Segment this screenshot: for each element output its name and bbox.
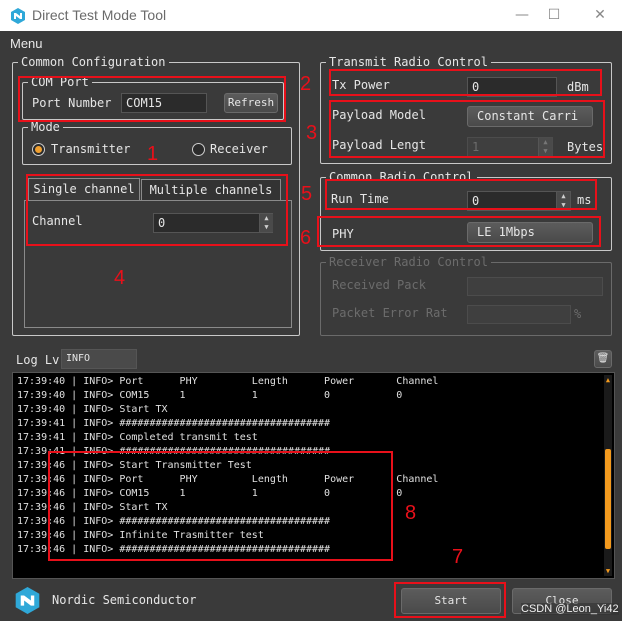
nordic-semiconductor-logo-icon	[15, 587, 40, 614]
phy-select[interactable]: LE 1Mbps	[467, 222, 593, 243]
payload-length-label: Payload Lengt	[332, 138, 426, 152]
packet-error-rate-label: Packet Error Rat	[332, 306, 448, 320]
tx-power-label: Tx Power	[332, 78, 390, 92]
log-line: 17:39:46 | INFO> #######################…	[17, 516, 331, 527]
receiver-radio-control-group	[320, 262, 612, 336]
com-port-legend: COM Port	[28, 75, 92, 89]
annotation-number-6: 6	[300, 227, 312, 249]
receiver-label: Receiver	[210, 142, 268, 156]
transmitter-label: Transmitter	[51, 142, 131, 156]
log-line: 17:39:40 | INFO> COM15 1 1 0 0	[17, 390, 403, 401]
receiver-radio[interactable]	[192, 143, 205, 156]
log-console: 17:39:40 | INFO> Port PHY Length Power C…	[12, 372, 615, 579]
csdn-watermark: CSDN @Leon_Yi42	[521, 603, 619, 615]
received-packets-label: Received Pack	[332, 278, 426, 292]
channel-spinbox[interactable]: 0	[153, 213, 273, 233]
transmit-radio-control-legend: Transmit Radio Control	[326, 55, 491, 69]
tab-single-channel[interactable]: Single channel	[28, 178, 140, 200]
packet-error-rate-field	[467, 305, 571, 324]
received-packets-field	[467, 277, 603, 296]
transmitter-radio[interactable]	[32, 143, 45, 156]
common-configuration-legend: Common Configuration	[18, 55, 169, 69]
payload-length-spinner-icon[interactable]: ▲ ▼	[538, 138, 552, 156]
channel-label: Channel	[32, 214, 83, 228]
log-line: 17:39:46 | INFO> Infinite Trasmitter tes…	[17, 530, 264, 541]
log-line: 17:39:46 | INFO> Start Transmitter Test	[17, 460, 252, 471]
company-name: Nordic Semiconductor	[52, 593, 197, 607]
nordic-logo-icon	[11, 8, 25, 24]
refresh-button[interactable]: Refresh	[224, 93, 278, 113]
port-number-select[interactable]: COM15	[121, 93, 207, 113]
maximize-button[interactable]: ☐	[539, 4, 569, 26]
title-bar: Direct Test Mode Tool — ☐ ✕	[0, 0, 622, 31]
receiver-radio-control-legend: Receiver Radio Control	[326, 255, 491, 269]
log-line: 17:39:41 | INFO> #######################…	[17, 446, 331, 457]
annotation-number-5: 5	[301, 183, 313, 205]
log-scrollbar[interactable]: ▲ ▼	[604, 375, 612, 576]
run-time-unit: ms	[577, 193, 592, 207]
annotation-number-2: 2	[300, 73, 312, 95]
port-number-label: Port Number	[32, 96, 112, 110]
annotation-number-4: 4	[114, 267, 126, 289]
tx-power-unit: dBm	[567, 80, 589, 94]
log-line: 17:39:40 | INFO> Start TX	[17, 404, 168, 415]
common-radio-control-legend: Common Radio Control	[326, 170, 477, 184]
window-title: Direct Test Mode Tool	[32, 7, 167, 23]
log-level-label: Log Lv.	[16, 353, 67, 367]
log-line: 17:39:46 | INFO> Start TX	[17, 502, 168, 513]
annotation-number-1: 1	[147, 143, 159, 165]
tab-multiple-channels[interactable]: Multiple channels	[141, 179, 281, 200]
scrollbar-thumb[interactable]	[605, 449, 611, 549]
packet-error-rate-unit: %	[574, 307, 582, 321]
payload-model-select[interactable]: Constant Carri	[467, 106, 593, 127]
scroll-down-icon[interactable]: ▼	[604, 566, 612, 576]
channel-spinner-icon[interactable]: ▲ ▼	[259, 214, 273, 232]
mode-legend: Mode	[28, 120, 63, 134]
payload-length-unit: Bytes	[567, 140, 604, 154]
phy-label: PHY	[332, 227, 354, 241]
run-time-spinner-icon[interactable]: ▲ ▼	[556, 192, 570, 210]
annotation-number-7: 7	[452, 546, 464, 568]
run-time-label: Run Time	[331, 192, 389, 206]
minimize-button[interactable]: —	[507, 4, 537, 26]
log-line: 17:39:40 | INFO> Port PHY Length Power C…	[17, 376, 439, 387]
close-window-button[interactable]: ✕	[585, 4, 615, 26]
scroll-up-icon[interactable]: ▲	[604, 375, 612, 385]
log-line: 17:39:46 | INFO> #######################…	[17, 544, 331, 555]
log-line: 17:39:46 | INFO> Port PHY Length Power C…	[17, 474, 439, 485]
trash-icon[interactable]: 🗑	[594, 350, 612, 368]
log-line: 17:39:41 | INFO> Completed transmit test	[17, 432, 258, 443]
annotation-number-3: 3	[306, 122, 318, 144]
log-line: 17:39:46 | INFO> COM15 1 1 0 0	[17, 488, 403, 499]
annotation-number-8: 8	[405, 502, 417, 524]
payload-model-label: Payload Model	[332, 108, 426, 122]
log-line: 17:39:41 | INFO> #######################…	[17, 418, 331, 429]
log-level-select[interactable]: INFO	[61, 349, 137, 369]
start-button[interactable]: Start	[401, 588, 501, 614]
tx-power-input[interactable]: 0	[467, 77, 557, 97]
menu[interactable]: Menu	[10, 36, 43, 51]
